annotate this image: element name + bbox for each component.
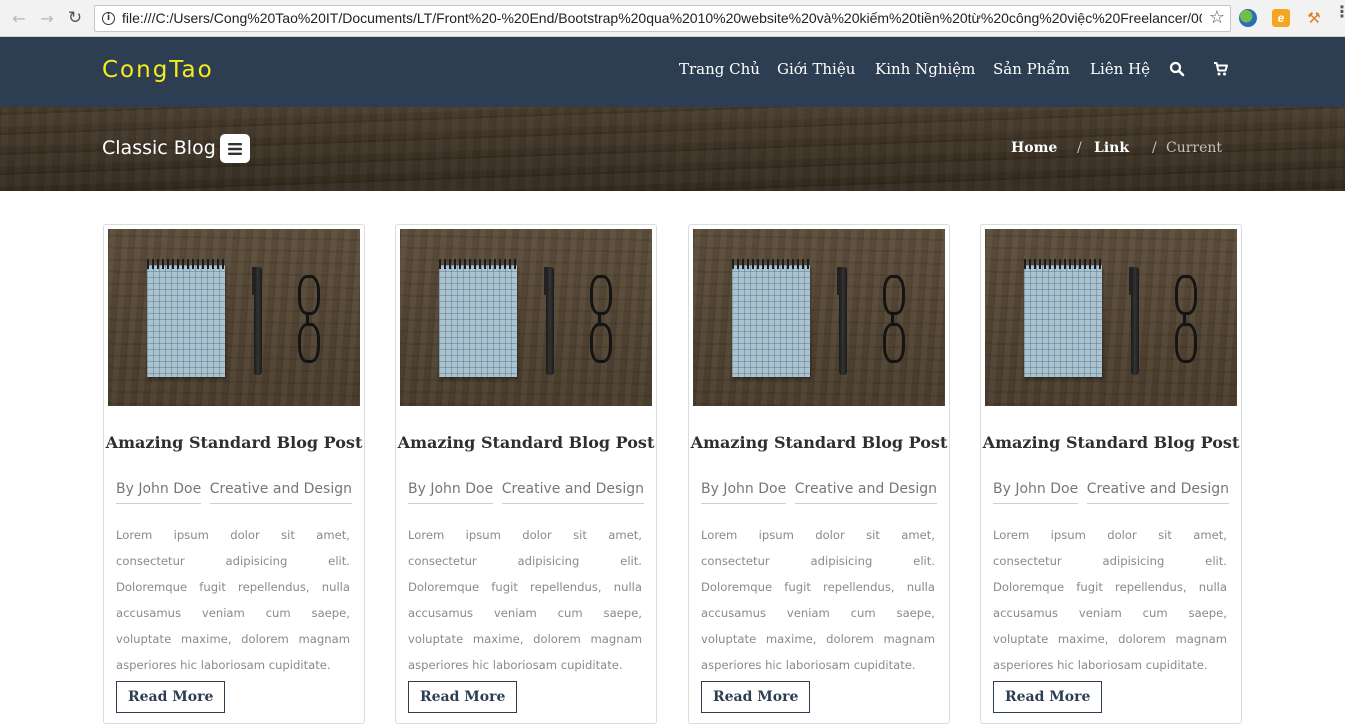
lens-graphic [298, 323, 320, 363]
pen-clip-graphic [544, 267, 548, 295]
reload-icon[interactable]: ↻ [65, 8, 85, 28]
search-icon[interactable] [1169, 61, 1185, 81]
breadcrumb-separator: / [1077, 140, 1082, 156]
post-category[interactable]: Creative and Design [794, 481, 937, 504]
e-extension-icon[interactable]: e [1272, 9, 1290, 27]
pen-clip-graphic [1129, 267, 1133, 295]
site-navbar: CongTao Trang Chủ Giới Thiệu Kinh Nghiệm… [0, 37, 1345, 107]
info-icon[interactable]: i [102, 12, 115, 25]
post-author[interactable]: By John Doe [116, 481, 202, 504]
pen-clip-graphic [252, 267, 256, 295]
lens-graphic [1175, 275, 1197, 315]
brand-logo[interactable]: CongTao [102, 57, 214, 83]
nav-link-san-pham[interactable]: Sản Phẩm [993, 60, 1070, 78]
post-category[interactable]: Creative and Design [501, 481, 644, 504]
blog-post-card: Amazing Standard Blog Post By John Doe C… [103, 224, 365, 724]
read-more-button[interactable]: Read More [701, 681, 811, 713]
hamburger-menu-icon[interactable] [220, 134, 250, 163]
tool-extension-icon[interactable]: ⚒ [1305, 9, 1323, 27]
post-image[interactable] [400, 229, 652, 406]
blog-post-card: Amazing Standard Blog Post By John Doe C… [980, 224, 1242, 724]
post-excerpt: Lorem ipsum dolor sit amet, consectetur … [701, 528, 935, 672]
post-author[interactable]: By John Doe [408, 481, 494, 504]
post-excerpt: Lorem ipsum dolor sit amet, consectetur … [993, 528, 1227, 672]
post-image[interactable] [108, 229, 360, 406]
post-title[interactable]: Amazing Standard Blog Post [104, 433, 364, 452]
notebook-spiral-graphic [147, 259, 225, 269]
notebook-graphic [732, 265, 810, 377]
post-category[interactable]: Creative and Design [1086, 481, 1229, 504]
breadcrumb-link[interactable]: Link [1094, 140, 1129, 156]
post-image[interactable] [693, 229, 945, 406]
glasses-graphic [294, 265, 324, 375]
address-bar[interactable]: i file:///C:/Users/Cong%20Tao%20IT/Docum… [94, 5, 1231, 32]
notebook-spiral-graphic [439, 259, 517, 269]
browser-menu-icon[interactable]: ⋮ [1334, 4, 1345, 20]
notebook-spiral-graphic [1024, 259, 1102, 269]
post-title[interactable]: Amazing Standard Blog Post [689, 433, 949, 452]
browser-toolbar: ← → ↻ i file:///C:/Users/Cong%20Tao%20IT… [0, 0, 1345, 37]
notebook-graphic [1024, 265, 1102, 377]
glasses-graphic [1171, 265, 1201, 375]
notebook-spiral-graphic [732, 259, 810, 269]
post-author[interactable]: By John Doe [993, 481, 1079, 504]
lens-graphic [883, 275, 905, 315]
nav-link-kinh-nghiem[interactable]: Kinh Nghiệm [875, 60, 975, 78]
lens-graphic [1175, 323, 1197, 363]
post-category[interactable]: Creative and Design [209, 481, 352, 504]
blog-post-card: Amazing Standard Blog Post By John Doe C… [688, 224, 950, 724]
read-more-button[interactable]: Read More [993, 681, 1103, 713]
back-arrow-icon[interactable]: ← [9, 8, 29, 28]
notebook-graphic [147, 265, 225, 377]
post-title[interactable]: Amazing Standard Blog Post [396, 433, 656, 452]
glasses-graphic [879, 265, 909, 375]
lens-graphic [590, 275, 612, 315]
forward-arrow-icon[interactable]: → [37, 8, 57, 28]
url-text[interactable]: file:///C:/Users/Cong%20Tao%20IT/Documen… [122, 10, 1202, 26]
post-author[interactable]: By John Doe [701, 481, 787, 504]
lens-graphic [298, 275, 320, 315]
post-excerpt: Lorem ipsum dolor sit amet, consectetur … [116, 528, 350, 672]
read-more-button[interactable]: Read More [116, 681, 226, 713]
nav-link-gioi-thieu[interactable]: Giới Thiệu [777, 60, 855, 78]
page-header-banner: Classic Blog Home / Link / Current [0, 107, 1345, 191]
nav-link-lien-he[interactable]: Liên Hệ [1090, 60, 1150, 78]
read-more-button[interactable]: Read More [408, 681, 518, 713]
post-excerpt: Lorem ipsum dolor sit amet, consectetur … [408, 528, 642, 672]
lens-graphic [883, 323, 905, 363]
blog-post-card: Amazing Standard Blog Post By John Doe C… [395, 224, 657, 724]
page-title: Classic Blog [102, 137, 216, 159]
notebook-graphic [439, 265, 517, 377]
globe-extension-icon[interactable] [1239, 9, 1257, 27]
bookmark-star-icon[interactable]: ☆ [1209, 7, 1225, 28]
pen-clip-graphic [837, 267, 841, 295]
breadcrumb-separator: / [1152, 140, 1157, 156]
breadcrumb-home[interactable]: Home [1011, 140, 1057, 156]
cart-icon[interactable] [1213, 61, 1229, 81]
breadcrumb-current: Current [1166, 140, 1223, 156]
post-image[interactable] [985, 229, 1237, 406]
lens-graphic [590, 323, 612, 363]
glasses-graphic [586, 265, 616, 375]
post-title[interactable]: Amazing Standard Blog Post [981, 433, 1241, 452]
nav-link-trang-chu[interactable]: Trang Chủ [679, 60, 760, 78]
